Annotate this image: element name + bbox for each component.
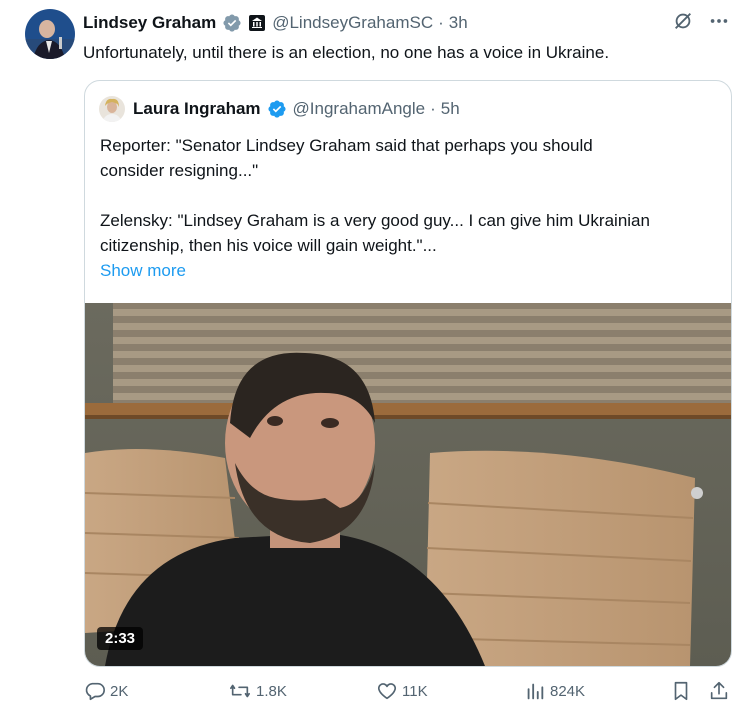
reply-icon xyxy=(84,680,106,702)
heart-icon xyxy=(376,680,398,702)
quoted-text-line: Reporter: "Senator Lindsey Graham said t… xyxy=(100,136,593,155)
reply-button[interactable]: 2K xyxy=(84,680,128,702)
author-handle[interactable]: @LindseyGrahamSC xyxy=(272,13,433,33)
quoted-author-handle[interactable]: @IngrahamAngle xyxy=(293,99,426,119)
quoted-text-line: Zelensky: "Lindsey Graham is a very good… xyxy=(100,211,650,230)
like-count: 11K xyxy=(402,682,428,700)
video-thumbnail xyxy=(85,303,731,666)
video-player[interactable]: 2:33 xyxy=(85,303,731,666)
quoted-tweet[interactable]: Laura Ingraham @IngrahamAngle · 5h Repor… xyxy=(84,80,732,667)
quoted-text-line: citizenship, then his voice will gain we… xyxy=(100,236,437,255)
grok-icon[interactable] xyxy=(672,10,694,32)
reply-count: 2K xyxy=(110,682,129,700)
views-button[interactable]: 824K xyxy=(524,680,585,702)
more-options-icon[interactable] xyxy=(708,10,730,32)
author-avatar-image xyxy=(25,9,75,59)
tweet-header: Lindsey Graham @LindseyGrahamSC · 3h xyxy=(83,11,468,35)
tweet-action-bar: 2K 1.8K 11K 824K xyxy=(84,680,734,706)
separator-dot: · xyxy=(438,13,444,32)
separator-dot: · xyxy=(430,99,436,118)
quoted-tweet-time[interactable]: 5h xyxy=(441,99,460,119)
author-avatar[interactable] xyxy=(25,9,75,59)
views-count: 824K xyxy=(550,682,586,700)
repost-icon xyxy=(228,680,252,702)
share-icon xyxy=(708,680,730,702)
share-button[interactable] xyxy=(708,680,730,702)
quoted-author-avatar[interactable] xyxy=(99,96,125,122)
show-more-link[interactable]: Show more xyxy=(100,258,720,283)
repost-button[interactable]: 1.8K xyxy=(228,680,287,702)
like-button[interactable]: 11K xyxy=(376,680,428,702)
quoted-tweet-header: Laura Ingraham @IngrahamAngle · 5h xyxy=(99,96,460,122)
video-duration: 2:33 xyxy=(97,627,144,650)
government-badge-icon[interactable] xyxy=(248,14,266,32)
verified-blue-icon[interactable] xyxy=(267,99,287,119)
quoted-tweet-text: Reporter: "Senator Lindsey Graham said t… xyxy=(100,133,720,283)
top-actions xyxy=(672,10,730,32)
bookmark-button[interactable] xyxy=(670,680,692,702)
tweet-text: Unfortunately, until there is an electio… xyxy=(83,43,610,62)
quoted-text-line: consider resigning..." xyxy=(100,161,259,180)
bookmark-icon xyxy=(670,680,692,702)
verified-gray-icon[interactable] xyxy=(222,13,242,33)
tweet-time[interactable]: 3h xyxy=(449,13,468,33)
quoted-author-name[interactable]: Laura Ingraham xyxy=(133,99,261,119)
author-name[interactable]: Lindsey Graham xyxy=(83,13,216,33)
analytics-icon xyxy=(524,680,546,702)
repost-count: 1.8K xyxy=(256,682,287,700)
